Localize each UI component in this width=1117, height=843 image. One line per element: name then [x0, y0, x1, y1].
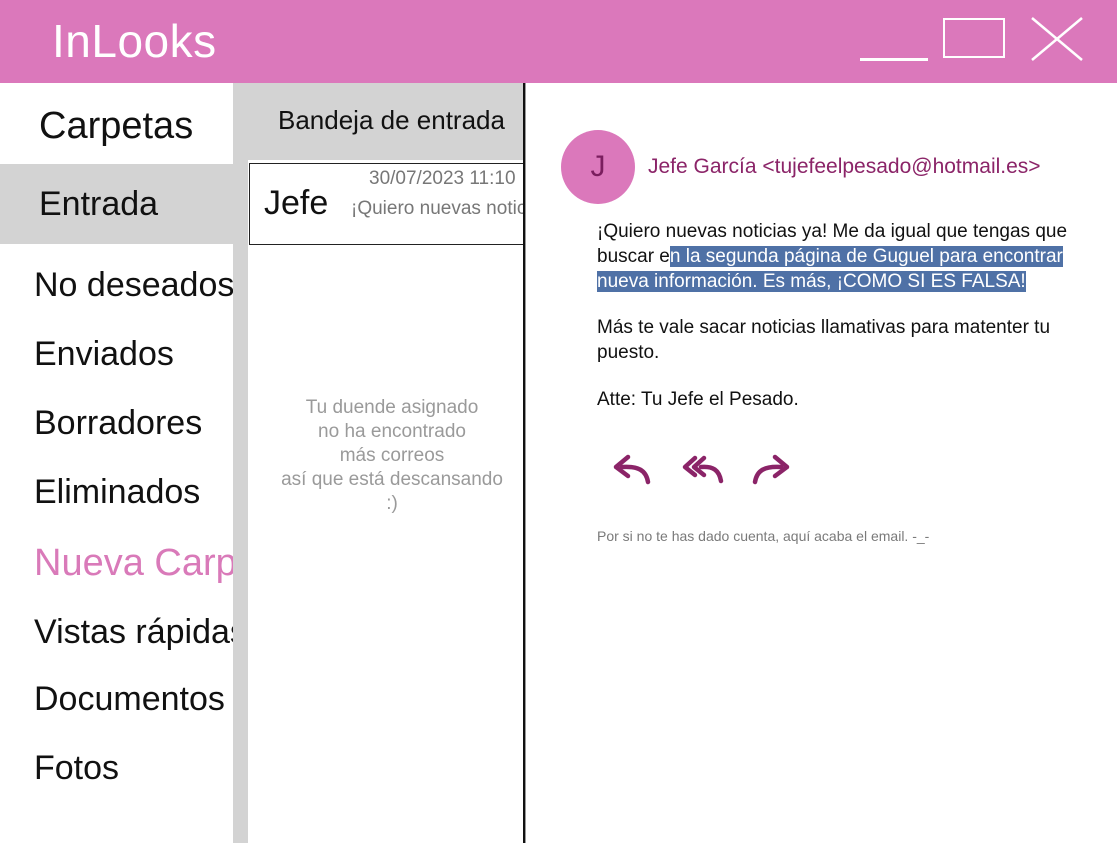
reply-all-icon[interactable] — [681, 450, 727, 490]
empty-line: :) — [386, 493, 398, 514]
folder-sent[interactable]: Enviados — [0, 329, 233, 379]
empty-line: Tu duende asignado — [305, 397, 479, 418]
empty-inbox-message: Tu duende asignado no ha encontrado más … — [272, 396, 512, 516]
email-line: nueva información. Es más, ¡COMO SI ES F… — [597, 269, 1097, 294]
sidebar-scrollbar[interactable] — [233, 83, 248, 843]
email-signature: Atte: Tu Jefe el Pesado. — [597, 389, 799, 410]
message-list-pane: Bandeja de entrada Jefe 30/07/2023 11:10… — [233, 83, 528, 843]
email-paragraph-1: ¡Quiero nuevas noticias ya! Me da igual … — [597, 219, 1097, 294]
selected-text: n la segunda página de Guguel para encon… — [669, 246, 1063, 267]
email-line: ¡Quiero nuevas noticias ya! Me da igual … — [597, 221, 1068, 242]
folder-junk[interactable]: No deseados — [0, 260, 233, 310]
selected-text: nueva información. Es más, ¡COMO SI ES F… — [597, 271, 1026, 292]
email-text: buscar e — [597, 246, 670, 267]
empty-line: más correos — [339, 445, 445, 466]
forward-icon[interactable] — [749, 450, 795, 490]
message-sender: Jefe — [264, 184, 329, 222]
message-preview: ¡Quiero nuevas noticias ya! — [351, 198, 527, 219]
email-paragraph-2: Más te vale sacar noticias llamativas pa… — [597, 317, 1051, 363]
inbox-title: Bandeja de entrada — [278, 105, 505, 135]
minimize-icon[interactable] — [860, 58, 928, 61]
empty-line: así que está descansando — [281, 469, 503, 490]
folder-inbox[interactable]: Entrada — [0, 164, 233, 244]
folder-photos[interactable]: Fotos — [0, 743, 233, 793]
folder-sidebar: Carpetas Entrada No deseados Enviados Bo… — [0, 83, 233, 843]
maximize-icon[interactable] — [943, 18, 1005, 58]
inbox-header: Bandeja de entrada — [233, 83, 528, 160]
folder-deleted[interactable]: Eliminados — [0, 467, 233, 517]
avatar: J — [561, 130, 635, 204]
email-line: buscar en la segunda página de Guguel pa… — [597, 244, 1097, 269]
folder-drafts[interactable]: Borradores — [0, 398, 233, 448]
title-bar: InLooks — [0, 0, 1117, 83]
folder-quick-views[interactable]: Vistas rápidas — [0, 607, 233, 657]
app-title: InLooks — [52, 15, 217, 67]
message-list-item[interactable]: Jefe 30/07/2023 11:10 ¡Quiero nuevas not… — [249, 163, 528, 245]
empty-line: no ha encontrado — [318, 421, 466, 442]
sender-address[interactable]: Jefe García <tujefeelpesado@hotmail.es> — [648, 155, 1041, 179]
folder-documents[interactable]: Documentos — [0, 674, 233, 724]
folders-heading: Carpetas — [39, 105, 194, 147]
close-icon[interactable] — [1028, 16, 1086, 62]
reply-icon[interactable] — [608, 450, 654, 490]
new-folder-button[interactable]: Nueva Carpeta — [0, 538, 233, 588]
message-date: 30/07/2023 11:10 — [369, 168, 516, 189]
reading-pane: J Jefe García <tujefeelpesado@hotmail.es… — [526, 83, 1117, 843]
email-footer-note: Por si no te has dado cuenta, aquí acaba… — [597, 528, 930, 544]
